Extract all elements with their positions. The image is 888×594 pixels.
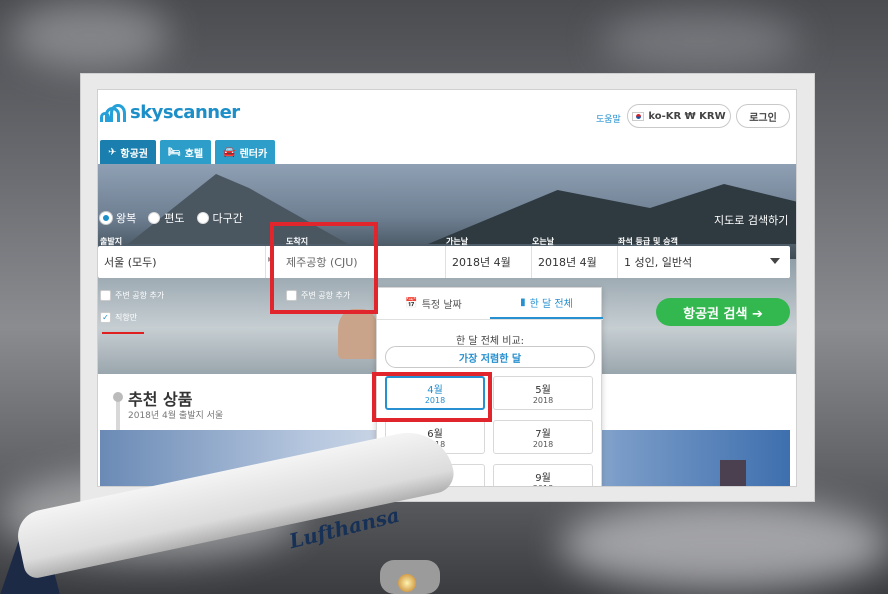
landing-light-image xyxy=(398,574,416,592)
korea-flag-icon xyxy=(632,111,645,121)
month-label: 9월 xyxy=(535,473,551,484)
from-field[interactable]: 서울 (모두) xyxy=(98,246,266,278)
search-bar: 서울 (모두) ▸ 제주공항 (CJU) 2018년 4월 2018년 4월 1… xyxy=(98,246,790,278)
tab-flights[interactable]: ✈ 항공권 xyxy=(100,140,156,164)
plane-icon: ✈ xyxy=(108,146,117,158)
tab-label: 특정 날짜 xyxy=(421,300,462,311)
month-option[interactable]: 5월 2018 xyxy=(493,376,593,410)
recommend-title: 추천 상품 xyxy=(128,390,193,409)
cloud xyxy=(560,500,888,590)
checkbox-label: 주변 공항 추가 xyxy=(115,291,165,300)
cabin-passenger-field[interactable]: 1 성인, 일반석 xyxy=(618,246,790,278)
year-label: 2018 xyxy=(532,440,554,449)
calendar-icon: 📅 xyxy=(405,298,418,309)
tab-specific-date[interactable]: 📅 특정 날짜 xyxy=(377,288,490,319)
help-link[interactable]: 도움말 xyxy=(596,112,621,125)
product-tabs: ✈ 항공권 🛏 호텔 🚘 렌터카 xyxy=(100,140,276,164)
car-icon: 🚘 xyxy=(223,146,236,158)
radio-label: 편도 xyxy=(164,212,185,225)
skyscanner-page: skyscanner 도움말 ko-KR ₩ KRW 로그인 ✈ 항공권 🛏 호… xyxy=(97,89,797,487)
month-label: 5월 xyxy=(535,385,551,396)
radio-round-trip[interactable]: 왕복 xyxy=(100,210,136,226)
radio-indicator xyxy=(148,212,161,224)
recommend-subtitle: 2018년 4월 출발지 서울 xyxy=(128,411,224,421)
tab-whole-month[interactable]: ▮ 한 달 전체 xyxy=(490,288,603,319)
month-label: 7월 xyxy=(535,429,551,440)
tab-hotels[interactable]: 🛏 호텔 xyxy=(160,140,212,164)
return-date-field[interactable]: 2018년 4월 xyxy=(532,246,618,278)
building-image xyxy=(720,460,746,486)
chevron-down-icon xyxy=(770,258,780,264)
cheapest-month-button[interactable]: 가장 저렴한 달 xyxy=(385,346,595,368)
radio-label: 왕복 xyxy=(116,212,137,225)
cloud xyxy=(600,10,800,70)
skyscanner-logo[interactable]: skyscanner xyxy=(100,102,240,123)
radio-one-way[interactable]: 편도 xyxy=(148,210,185,226)
red-highlight-april xyxy=(372,372,492,422)
checkmark-icon: ✓ xyxy=(100,312,111,323)
radio-label: 다구간 xyxy=(212,212,243,225)
locale-button[interactable]: ko-KR ₩ KRW xyxy=(627,104,731,128)
year-label: 2018 xyxy=(532,396,554,405)
month-option[interactable]: 9월 2018 xyxy=(493,464,593,486)
cabin-value: 1 성인, 일반석 xyxy=(624,256,693,269)
tab-label: 항공권 xyxy=(120,148,148,160)
nearby-from-checkbox[interactable]: 주변 공항 추가 xyxy=(100,290,164,301)
trip-type-group: 왕복 편도 다구간 xyxy=(100,210,243,226)
red-underline-annotation xyxy=(102,332,144,334)
login-button[interactable]: 로그인 xyxy=(736,104,790,128)
checkbox-box xyxy=(100,290,111,301)
date-picker-tabs: 📅 특정 날짜 ▮ 한 달 전체 xyxy=(377,288,603,320)
radio-indicator xyxy=(196,212,209,224)
timeline-dot xyxy=(113,392,123,402)
logo-text: skyscanner xyxy=(130,102,240,123)
search-flights-button[interactable]: 항공권 검색 ➔ xyxy=(656,298,790,326)
red-highlight-destination xyxy=(270,222,378,314)
depart-date-field[interactable]: 2018년 4월 xyxy=(446,246,532,278)
bed-icon: 🛏 xyxy=(168,146,181,158)
map-search-link[interactable]: 지도로 검색하기 xyxy=(714,212,788,228)
locale-label: ko-KR ₩ KRW xyxy=(648,110,726,122)
bar-chart-icon: ▮ xyxy=(520,297,526,308)
compare-label: 한 달 전체 비교: xyxy=(455,336,525,347)
skyscanner-logo-icon xyxy=(100,103,126,122)
month-option[interactable]: 7월 2018 xyxy=(493,420,593,454)
tab-label: 렌터카 xyxy=(239,148,268,160)
year-label: 2018 xyxy=(533,484,553,486)
tab-label: 한 달 전체 xyxy=(529,299,573,310)
radio-multi-city[interactable]: 다구간 xyxy=(196,210,243,226)
checkbox-label: 직항만 xyxy=(115,313,138,322)
tab-car-rental[interactable]: 🚘 렌터카 xyxy=(215,140,276,164)
cloud xyxy=(10,0,170,70)
radio-indicator xyxy=(100,212,112,224)
direct-only-checkbox[interactable]: ✓ 직항만 xyxy=(100,312,137,323)
tab-label: 호텔 xyxy=(184,148,204,160)
